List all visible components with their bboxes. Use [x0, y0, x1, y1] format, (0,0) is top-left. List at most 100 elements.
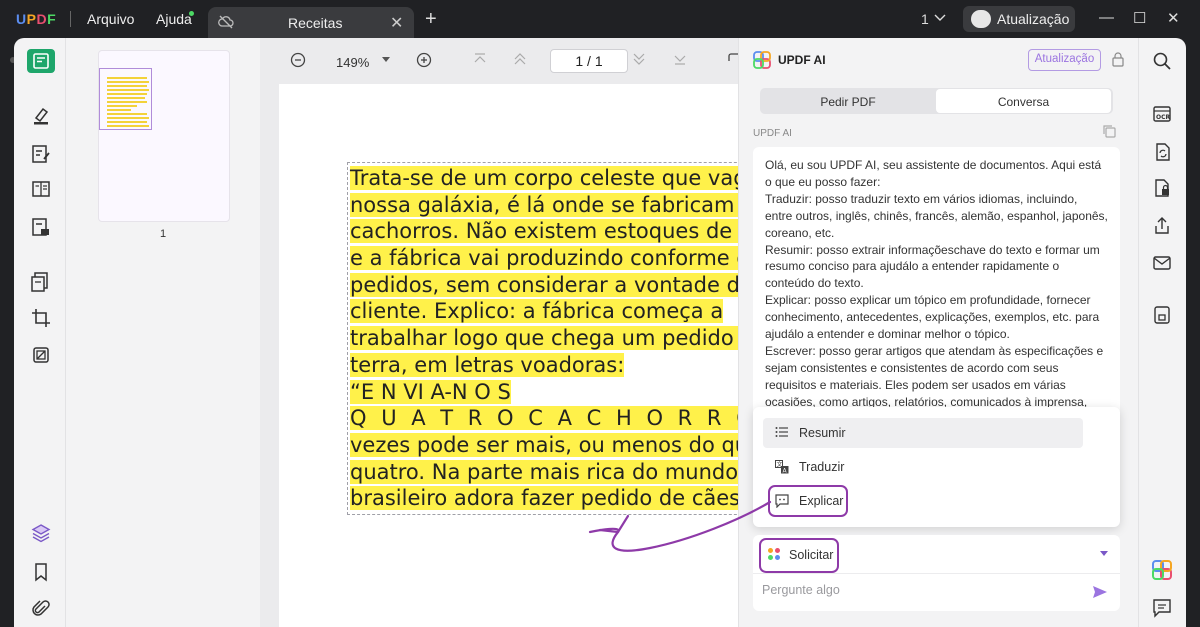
selected-text-block[interactable]: Trata-se de um corpo celeste que vaga no…	[347, 162, 739, 515]
text-line: brasileiro adora fazer pedido de cães.	[350, 485, 739, 512]
document-tab[interactable]: Receitas ✕	[208, 7, 414, 38]
text-line: nossa galáxia, é lá onde se fabricam os	[350, 192, 739, 219]
edit-text-icon[interactable]	[30, 143, 52, 165]
protect-icon[interactable]	[1152, 178, 1172, 198]
first-page-icon[interactable]	[473, 52, 487, 66]
tab-pedir-pdf[interactable]: Pedir PDF	[761, 89, 935, 113]
text-line: trabalhar logo que chega um pedido d	[350, 325, 739, 352]
text-line: cliente. Explico: a fábrica começa a	[350, 299, 724, 324]
convert-pdf-icon[interactable]	[1152, 142, 1172, 162]
page-thumbnail[interactable]	[98, 50, 230, 222]
form-icon[interactable]	[30, 216, 52, 238]
text-line: “E N VI A-N O S	[350, 379, 511, 404]
text-line: cachorros. Não existem estoques de ar	[350, 218, 739, 245]
organize-pages-icon[interactable]	[30, 271, 52, 293]
list-icon	[775, 427, 788, 437]
action-resumir[interactable]: Resumir	[763, 418, 1083, 448]
next-page-icon[interactable]	[632, 52, 646, 66]
page-number-input[interactable]: 1 / 1	[550, 49, 628, 73]
tab-conversa[interactable]: Conversa	[936, 89, 1111, 113]
message-paragraph: Explicar: posso explicar um tópico em pr…	[765, 293, 1100, 342]
highlighter-icon[interactable]	[30, 104, 52, 126]
send-icon[interactable]	[1092, 585, 1108, 599]
page-layout-icon[interactable]	[30, 178, 52, 200]
share-icon[interactable]	[1152, 216, 1172, 236]
avatar	[971, 10, 991, 28]
convert-icon[interactable]	[30, 344, 52, 366]
tab-title: Receitas	[288, 15, 343, 31]
window-count[interactable]: 1	[921, 11, 929, 27]
left-toolbar	[14, 38, 66, 627]
updf-logo: UPDF	[16, 11, 57, 27]
action-label: Resumir	[799, 426, 846, 440]
annotation-circle	[768, 485, 848, 517]
ask-input[interactable]	[762, 583, 1082, 597]
prompt-area: Solicitar	[753, 535, 1120, 611]
view-toolbar: 149% 1 / 1	[260, 38, 738, 84]
close-window-icon[interactable]: ✕	[1167, 9, 1180, 27]
updf-ai-logo-icon	[753, 51, 771, 69]
message-paragraph: Resumir: posso extrair informaçõeschave …	[765, 242, 1100, 291]
close-tab-icon[interactable]: ✕	[390, 13, 403, 33]
last-page-icon[interactable]	[673, 52, 687, 66]
thumbnail-page-number: 1	[160, 228, 167, 240]
crop-icon[interactable]	[30, 307, 52, 329]
ai-assistant-panel: UPDF AI Atualização Pedir PDF Conversa U…	[738, 38, 1138, 627]
zoom-dropdown-icon[interactable]	[382, 57, 390, 63]
right-toolbar: OCR	[1138, 38, 1186, 627]
menu-ajuda[interactable]: Ajuda	[156, 11, 192, 27]
ai-actions-menu: Resumir 文A Traduzir Explicar	[753, 407, 1120, 527]
bookmark-icon[interactable]	[30, 561, 52, 583]
svg-text:OCR: OCR	[1156, 114, 1171, 121]
title-separator	[70, 11, 71, 27]
zoom-in-icon[interactable]	[416, 52, 432, 68]
upgrade-label: Atualização	[997, 11, 1070, 27]
lock-icon[interactable]	[1112, 51, 1124, 67]
ai-tab-bar: Pedir PDF Conversa	[760, 88, 1113, 114]
reader-mode-icon[interactable]	[27, 49, 55, 73]
pdf-page: Trata-se de um corpo celeste que vaga no…	[279, 84, 739, 627]
action-label: Traduzir	[799, 460, 845, 474]
zoom-out-icon[interactable]	[290, 52, 306, 68]
text-line: e a fábrica vai produzindo conforme os	[350, 245, 739, 272]
search-icon[interactable]	[1152, 51, 1172, 71]
zoom-level[interactable]: 149%	[336, 55, 369, 70]
cloud-off-icon	[218, 15, 234, 29]
chevron-down-icon[interactable]	[934, 12, 946, 22]
ai-upgrade-button[interactable]: Atualização	[1028, 49, 1101, 71]
message-sender: UPDF AI	[753, 128, 792, 139]
text-line: Trata-se de um corpo celeste que vaga	[350, 165, 739, 192]
ai-message: Olá, eu sou UPDF AI, seu assistente de d…	[753, 147, 1120, 437]
copy-icon[interactable]	[1102, 124, 1116, 138]
update-dot	[189, 11, 194, 16]
text-line: quatro. Na parte mais rica do mundo p	[350, 459, 739, 486]
save-icon[interactable]	[1152, 305, 1172, 325]
thumbnail-panel: 1	[66, 38, 260, 627]
upgrade-account-button[interactable]: Atualização	[963, 6, 1075, 32]
text-line: vezes pode ser mais, ou menos do que	[350, 432, 739, 459]
annotation-circle	[759, 538, 839, 573]
text-line: pedidos, sem considerar a vontade do	[350, 272, 739, 299]
text-line: Q U A T R O C A C H O R R O S”. Às	[350, 405, 739, 432]
action-traduzir[interactable]: 文A Traduzir	[763, 452, 1083, 482]
updf-ai-icon[interactable]	[1152, 560, 1172, 580]
new-tab-icon[interactable]: +	[425, 8, 437, 31]
ocr-icon[interactable]: OCR	[1152, 104, 1172, 124]
message-paragraph: Olá, eu sou UPDF AI, seu assistente de d…	[765, 158, 1102, 189]
document-canvas: 149% 1 / 1 Trata-se de um corpo celeste …	[260, 38, 739, 627]
layers-icon[interactable]	[30, 522, 52, 544]
minimize-icon[interactable]: —	[1099, 9, 1114, 26]
comment-icon[interactable]	[1152, 598, 1172, 618]
message-paragraph: Traduzir: posso traduzir texto em vários…	[765, 191, 1108, 240]
maximize-icon[interactable]: ☐	[1133, 9, 1146, 27]
chevron-down-icon[interactable]	[1100, 551, 1108, 556]
title-bar: UPDF Arquivo Ajuda Receitas ✕ + 1 Atuali…	[0, 0, 1200, 38]
ai-panel-title: UPDF AI	[778, 53, 826, 67]
translate-icon: 文A	[775, 460, 789, 474]
menu-arquivo[interactable]: Arquivo	[87, 11, 134, 27]
previous-page-icon[interactable]	[513, 52, 527, 66]
divider	[753, 573, 1120, 574]
message-paragraph: Escrever: posso gerar artigos que atenda…	[765, 343, 1104, 409]
mail-icon[interactable]	[1152, 253, 1172, 273]
attachment-icon[interactable]	[30, 598, 52, 620]
